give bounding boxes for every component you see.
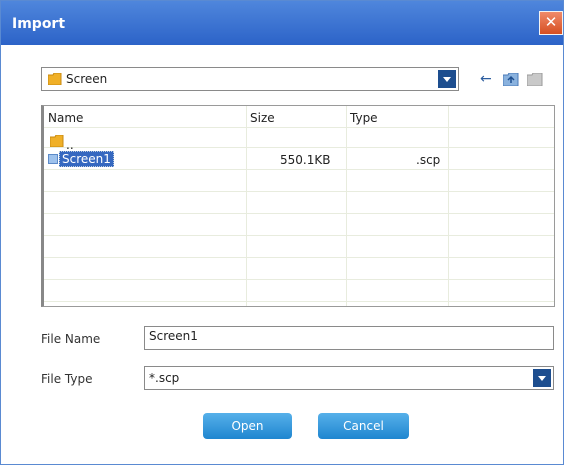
column-header-name[interactable]: Name bbox=[48, 111, 83, 125]
back-arrow-icon[interactable]: ← bbox=[480, 69, 492, 89]
file-size: 550.1KB bbox=[280, 153, 331, 167]
column-header-size[interactable]: Size bbox=[250, 111, 275, 125]
list-item-label: .. bbox=[66, 138, 74, 152]
file-type-dropdown[interactable]: *.scp bbox=[144, 366, 554, 390]
folder-icon bbox=[48, 73, 62, 85]
file-type-label: File Type bbox=[41, 372, 93, 386]
close-button[interactable]: ✕ bbox=[539, 11, 563, 35]
location-value: Screen bbox=[66, 72, 108, 86]
file-name-label: File Name bbox=[41, 332, 101, 346]
location-dropdown[interactable]: Screen bbox=[41, 67, 459, 91]
dialog-title: Import bbox=[12, 16, 66, 32]
file-list[interactable]: Name Size Type .. Screen1 550.1KB .scp bbox=[41, 105, 555, 307]
close-icon: ✕ bbox=[544, 13, 558, 31]
cancel-button[interactable]: Cancel bbox=[318, 413, 409, 439]
title-bar[interactable]: Import ✕ bbox=[1, 1, 563, 45]
column-header-type[interactable]: Type bbox=[350, 111, 378, 125]
chevron-down-icon[interactable] bbox=[533, 369, 551, 387]
up-folder-icon[interactable] bbox=[503, 73, 519, 86]
file-name-field[interactable]: Screen1 bbox=[144, 326, 554, 350]
folder-icon bbox=[50, 135, 64, 147]
open-button[interactable]: Open bbox=[203, 413, 292, 439]
file-name-value: Screen1 bbox=[149, 329, 198, 343]
file-type-value: *.scp bbox=[149, 371, 180, 385]
chevron-down-icon[interactable] bbox=[438, 70, 456, 88]
list-item-screen1[interactable]: Screen1 bbox=[48, 151, 114, 167]
file-icon bbox=[48, 154, 58, 164]
file-type: .scp bbox=[416, 153, 441, 167]
list-item-label: Screen1 bbox=[59, 151, 114, 167]
new-folder-icon[interactable] bbox=[527, 73, 543, 86]
import-dialog: Import ✕ Screen ← Name Size Type .. Scre… bbox=[0, 0, 564, 465]
list-item-parent[interactable]: .. bbox=[50, 130, 74, 152]
